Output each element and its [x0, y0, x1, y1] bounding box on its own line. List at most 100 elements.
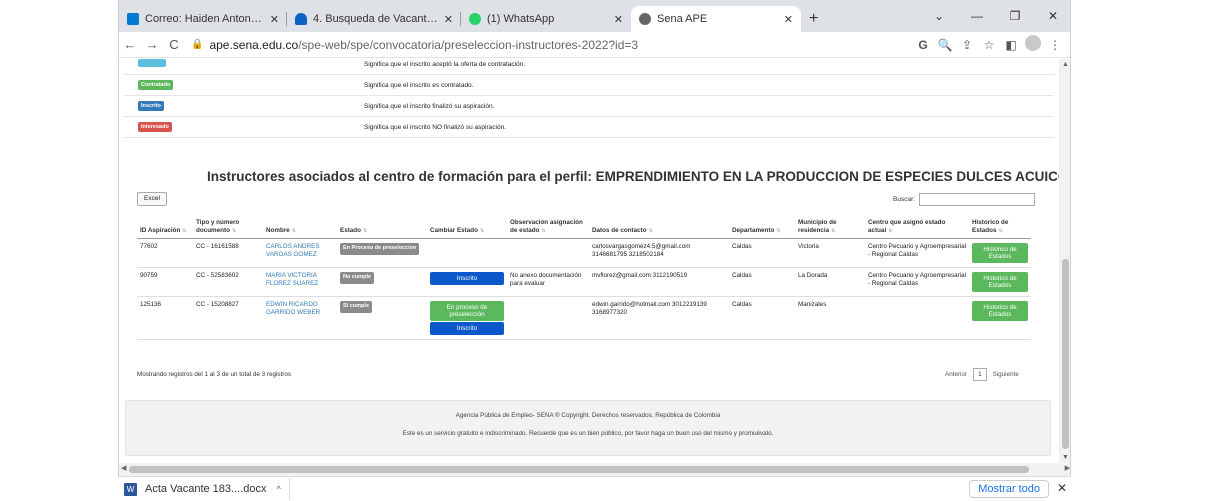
profile-avatar[interactable] [1022, 35, 1044, 54]
legend-row: Interesado Significa que el inscrito NO … [124, 117, 1054, 138]
close-icon[interactable]: ✕ [444, 13, 453, 26]
history-button[interactable]: Historico de Estados [972, 272, 1028, 292]
status-badge: Interesado [138, 122, 172, 132]
status-badge [138, 59, 166, 67]
new-tab-button[interactable]: + [809, 6, 818, 32]
download-filename: Acta Vacante 183....docx [145, 483, 267, 495]
side-panel-icon[interactable]: ◧ [1000, 38, 1022, 52]
word-doc-icon: W [124, 482, 137, 496]
scroll-up-icon[interactable]: ▲ [1062, 61, 1069, 68]
share-icon[interactable]: ⇪ [956, 38, 978, 52]
table-row: 90759 CC - 52583602 MARIA VICTORIA FLORE… [137, 267, 1031, 297]
address-bar[interactable]: 🔒 ape.sena.edu.co /spe-web/spe/convocato… [191, 35, 912, 55]
column-header[interactable]: Tipo y número documento ⇅ [193, 217, 263, 239]
close-icon[interactable]: ✕ [784, 13, 793, 26]
chevron-up-icon[interactable]: ^ [276, 484, 280, 494]
globe-icon [639, 13, 651, 25]
set-preseleccion-button[interactable]: En proceso de preselección [430, 301, 504, 321]
column-header[interactable]: ID Aspiración ⇅ [137, 217, 193, 239]
instructors-table: ID Aspiración ⇅ Tipo y número documento ⇅ … [137, 217, 1031, 340]
search-box: Buscar: [893, 193, 1036, 206]
set-inscrito-button[interactable]: Inscrito [430, 322, 504, 335]
set-inscrito-button[interactable]: Inscrito [430, 272, 504, 285]
pagination: Anterior 1 Siguiente [945, 368, 1019, 381]
candidate-name-link[interactable]: EDWIN RICARDO GARRIDO WEBER [266, 301, 320, 316]
show-all-button[interactable]: Mostrar todo [969, 480, 1049, 498]
forward-button[interactable]: → [141, 37, 163, 52]
vertical-scrollbar[interactable]: ▲ ▼ [1059, 59, 1070, 463]
excel-export-button[interactable]: Excel [137, 192, 167, 206]
tab-outlook[interactable]: Correo: Haiden Antonio Rios Osp ✕ [119, 6, 287, 32]
previous-page-link[interactable]: Anterior [945, 371, 967, 378]
screen: Correo: Haiden Antonio Rios Osp ✕ 4. Bus… [0, 0, 1206, 501]
column-header[interactable]: Datos de contacto ⇅ [589, 217, 729, 239]
column-header[interactable]: Estado ⇅ [337, 217, 427, 239]
close-icon[interactable]: ✕ [614, 13, 623, 26]
window-controls: ⌄ — ❐ ✕ [920, 0, 1070, 32]
page-title: Instructores asociados al centro de form… [207, 169, 1059, 184]
lock-icon[interactable]: 🔒 [191, 39, 203, 50]
column-header[interactable]: Departamento ⇅ [729, 217, 795, 239]
column-header[interactable]: Observación asignación de estado ⇅ [507, 217, 589, 239]
search-label: Buscar: [893, 196, 916, 203]
legend-row: Inscrito Significa que el inscrito final… [124, 96, 1054, 117]
column-header[interactable]: Cambiar Estado ⇅ [427, 217, 507, 239]
horizontal-scrollbar[interactable]: ◀ ▶ [119, 463, 1070, 476]
download-item[interactable]: W Acta Vacante 183....docx ^ [118, 482, 281, 496]
scrollbar-thumb[interactable] [1062, 259, 1069, 449]
scroll-down-icon[interactable]: ▼ [1062, 454, 1069, 461]
candidate-name-link[interactable]: MARIA VICTORIA FLOREZ SUAREZ [266, 272, 318, 287]
scrollbar-thumb[interactable] [129, 466, 1029, 473]
outlook-icon [127, 13, 139, 25]
column-header[interactable]: Municipio de residencia ⇅ [795, 217, 865, 239]
minimize-button[interactable]: — [958, 9, 996, 23]
status-badge: Si cumple [340, 301, 372, 313]
tab-sena-ape[interactable]: Sena APE ✕ [631, 6, 801, 32]
table-info: Mostrando registros del 1 al 3 de un tot… [137, 371, 292, 378]
candidate-name-link[interactable]: CARLOS ANDRES VARGAS GOMEZ [266, 243, 320, 258]
page-footer: Agencia Pública de Empleo- SENA ® Copyri… [125, 400, 1051, 456]
reload-button[interactable]: C [163, 37, 185, 52]
restore-button[interactable]: ❐ [996, 9, 1034, 23]
legend-row: Significa que el inscrito aceptó la ofer… [124, 59, 1054, 75]
next-page-link[interactable]: Siguiente [993, 371, 1019, 378]
zoom-icon[interactable]: 🔍 [934, 38, 956, 52]
tab-search-icon[interactable]: ⌄ [920, 9, 958, 23]
search-input[interactable] [919, 193, 1036, 206]
url-path: /spe-web/spe/convocatoria/preseleccion-i… [298, 37, 639, 52]
status-badge: Contratado [138, 80, 174, 90]
scroll-right-icon[interactable]: ▶ [1065, 464, 1070, 472]
toolbar-actions: G 🔍 ⇪ ☆ ◧ ⋮ [912, 35, 1066, 54]
google-icon[interactable]: G [912, 38, 934, 52]
whatsapp-icon [469, 13, 481, 25]
status-legend: Significa que el inscrito aceptó la ofer… [124, 59, 1054, 138]
cloud-icon [295, 13, 307, 25]
scroll-left-icon[interactable]: ◀ [121, 464, 126, 472]
tab-whatsapp[interactable]: (1) WhatsApp ✕ [461, 6, 631, 32]
status-badge: Inscrito [138, 101, 164, 111]
bookmark-star-icon[interactable]: ☆ [978, 38, 1000, 52]
page-number[interactable]: 1 [973, 368, 987, 381]
table-row: 125136 CC - 15208827 EDWIN RICARDO GARRI… [137, 296, 1031, 340]
history-button[interactable]: Historico de Estados [972, 301, 1028, 321]
close-icon[interactable]: ✕ [1057, 481, 1067, 495]
column-header[interactable]: Centro que asignó estado actual ⇅ [865, 217, 969, 239]
downloads-bar: W Acta Vacante 183....docx ^ Mostrar tod… [118, 476, 1071, 501]
status-badge: En Proceso de preseleccion [340, 243, 420, 255]
legend-row: Contratado Significa que el inscrito es … [124, 75, 1054, 96]
tab-onedrive[interactable]: 4. Busqueda de Vacantes - OneD ✕ [287, 6, 461, 32]
browser-window: Correo: Haiden Antonio Rios Osp ✕ 4. Bus… [118, 0, 1071, 476]
page-content: Significa que el inscrito aceptó la ofer… [119, 59, 1059, 463]
close-window-button[interactable]: ✕ [1034, 9, 1070, 23]
url-host: ape.sena.edu.co [209, 37, 299, 52]
history-button[interactable]: Historico de Estados [972, 243, 1028, 263]
column-header[interactable]: Nombre ⇅ [263, 217, 337, 239]
tab-strip: Correo: Haiden Antonio Rios Osp ✕ 4. Bus… [119, 0, 1070, 32]
close-icon[interactable]: ✕ [270, 13, 279, 26]
menu-icon[interactable]: ⋮ [1044, 38, 1066, 52]
address-toolbar: ← → C 🔒 ape.sena.edu.co /spe-web/spe/con… [119, 32, 1070, 58]
table-row: 77602 CC - 16161588 CARLOS ANDRES VARGAS… [137, 238, 1031, 268]
column-header[interactable]: Historico de Estados ⇅ [969, 217, 1031, 239]
back-button[interactable]: ← [119, 37, 141, 52]
status-badge: No cumple [340, 272, 375, 284]
